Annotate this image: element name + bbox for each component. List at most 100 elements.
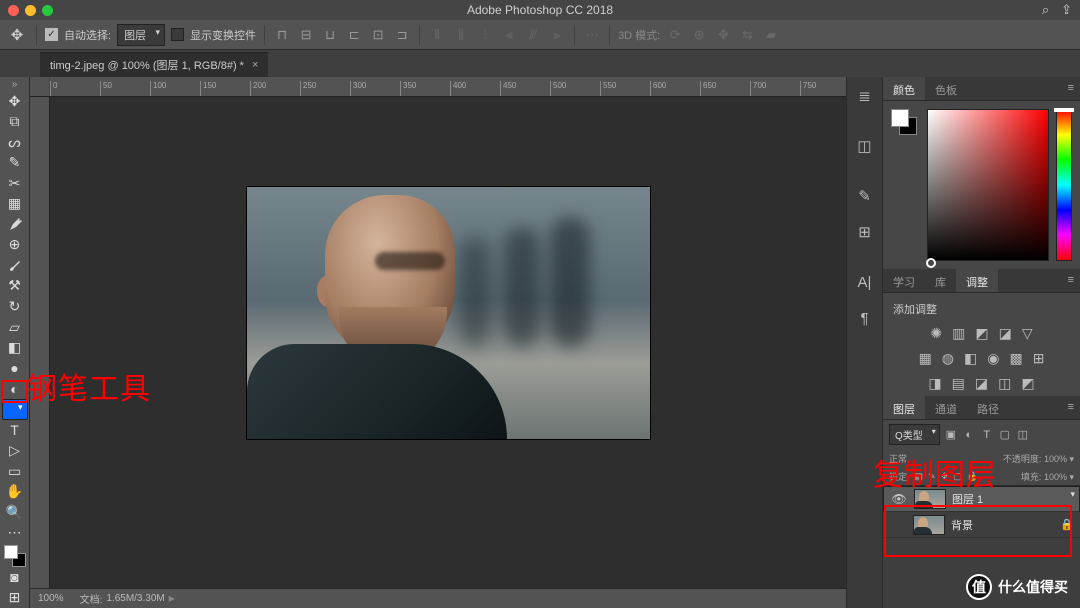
align-bottom-icon[interactable]: ⊔ <box>321 26 339 44</box>
move-tool[interactable]: ✥ <box>2 91 28 112</box>
distribute-left-icon[interactable]: ⫷ <box>500 26 518 44</box>
character-dock-icon[interactable]: A| <box>853 271 877 293</box>
lock-position-icon[interactable]: ✥ <box>941 471 949 482</box>
show-transform-checkbox[interactable] <box>171 28 184 41</box>
tab-adjustments[interactable]: 调整 <box>956 269 998 292</box>
photofilter-icon[interactable]: ◉ <box>987 350 999 367</box>
align-right-icon[interactable]: ⊐ <box>393 26 411 44</box>
opacity-value[interactable]: 100% <box>1044 454 1067 464</box>
distribute-bottom-icon[interactable]: ⫶ <box>476 26 494 44</box>
auto-select-checkbox[interactable]: ✓ <box>45 28 58 41</box>
zoom-3d-icon[interactable]: ▰ <box>762 26 780 44</box>
bw-icon[interactable]: ◧ <box>964 350 977 367</box>
filter-adjustlayer-icon[interactable]: ◐ <box>962 429 976 441</box>
blend-mode-select[interactable]: 正常 <box>889 452 937 465</box>
gradient-tool[interactable]: ◧ <box>2 337 28 358</box>
quick-select-tool[interactable]: ✎ <box>2 152 28 173</box>
orbit-3d-icon[interactable]: ⟳ <box>666 26 684 44</box>
align-top-icon[interactable]: ⊓ <box>273 26 291 44</box>
paragraph-dock-icon[interactable]: ¶ <box>853 307 877 329</box>
colorlookup-icon[interactable]: ⊞ <box>1033 350 1045 367</box>
type-tool[interactable]: T <box>2 420 28 441</box>
hue-icon[interactable]: ▦ <box>919 350 932 367</box>
filter-typelayer-icon[interactable]: T <box>980 429 994 441</box>
brush-settings-dock-icon[interactable]: ⊞ <box>853 221 877 243</box>
brightness-icon[interactable]: ✺ <box>930 325 942 342</box>
tab-swatches[interactable]: 色板 <box>925 77 967 100</box>
curves-icon[interactable]: ◩ <box>975 325 988 342</box>
slide-3d-icon[interactable]: ⇆ <box>738 26 756 44</box>
tab-color[interactable]: 颜色 <box>883 77 925 100</box>
eyedropper-tool[interactable] <box>2 214 28 235</box>
align-hcenter-icon[interactable]: ⊡ <box>369 26 387 44</box>
zoom-tool[interactable]: 🔍 <box>2 502 28 523</box>
maximize-window-icon[interactable] <box>42 5 53 16</box>
expand-tools-icon[interactable]: » <box>12 79 18 91</box>
colorbalance-icon[interactable]: ◍ <box>942 350 954 367</box>
distribute-top-icon[interactable]: ⫴ <box>428 26 446 44</box>
lasso-tool[interactable]: ᔕ <box>2 132 28 153</box>
path-select-tool[interactable]: ▷ <box>2 441 28 462</box>
distribute-vcenter-icon[interactable]: ⫼ <box>452 26 470 44</box>
close-tab-icon[interactable]: × <box>252 59 258 71</box>
minimize-window-icon[interactable] <box>25 5 36 16</box>
posterize-icon[interactable]: ▤ <box>952 375 965 392</box>
clone-stamp-tool[interactable]: ⚒ <box>2 276 28 297</box>
threshold-icon[interactable]: ◪ <box>975 375 988 392</box>
shape-tool[interactable]: ▭ <box>2 461 28 482</box>
filter-pixellayer-icon[interactable]: ▣ <box>944 428 958 441</box>
eraser-tool[interactable]: ▱ <box>2 317 28 338</box>
close-window-icon[interactable] <box>8 5 19 16</box>
color-field[interactable] <box>927 109 1049 261</box>
lock-image-icon[interactable]: ✎ <box>928 471 936 482</box>
brushes-dock-icon[interactable]: ✎ <box>853 185 877 207</box>
vibrance-icon[interactable]: ▽ <box>1022 325 1033 342</box>
filter-shapelayer-icon[interactable]: ▢ <box>998 428 1012 441</box>
blur-tool[interactable]: ● <box>2 358 28 379</box>
fg-bg-large[interactable] <box>891 109 917 135</box>
channelmixer-icon[interactable]: ▩ <box>1009 350 1022 367</box>
canvas[interactable] <box>50 97 846 588</box>
visibility-icon[interactable]: 👁 <box>890 492 908 506</box>
hand-tool[interactable]: ✋ <box>2 482 28 503</box>
layer-row[interactable]: 背景🔒 <box>883 512 1080 538</box>
invert-icon[interactable]: ◨ <box>928 375 941 392</box>
layer-type-select[interactable]: 图层 <box>117 24 165 46</box>
tab-layers[interactable]: 图层 <box>883 396 925 419</box>
healing-brush-tool[interactable]: ⊕ <box>2 235 28 256</box>
fg-bg-swatch[interactable] <box>4 545 26 567</box>
quick-mask-icon[interactable]: ◙ <box>2 567 28 588</box>
align-left-icon[interactable]: ⊏ <box>345 26 363 44</box>
fill-value[interactable]: 100% <box>1044 472 1067 482</box>
screen-mode-icon[interactable]: ⊞ <box>2 587 28 608</box>
marquee-tool[interactable]: ⧉ <box>2 111 28 132</box>
home-icon[interactable]: ✥ <box>6 24 28 46</box>
pan-3d-icon[interactable]: ✥ <box>714 26 732 44</box>
history-dock-icon[interactable]: ≣ <box>853 85 877 107</box>
tab-channels[interactable]: 通道 <box>925 396 967 419</box>
color-panel-menu-icon[interactable]: ≡ <box>1062 77 1080 100</box>
roll-3d-icon[interactable]: ⊕ <box>690 26 708 44</box>
brush-tool[interactable] <box>2 255 28 276</box>
tab-library[interactable]: 库 <box>925 269 956 292</box>
selective-icon[interactable]: ◩ <box>1021 375 1034 392</box>
pen-tool[interactable] <box>2 399 28 420</box>
hue-slider[interactable] <box>1056 109 1072 261</box>
properties-dock-icon[interactable]: ◫ <box>853 135 877 157</box>
overflow-icon[interactable]: ⋯ <box>583 26 601 44</box>
crop-tool[interactable]: ✂ <box>2 173 28 194</box>
history-brush-tool[interactable]: ↻ <box>2 296 28 317</box>
distribute-hcenter-icon[interactable]: ⫻ <box>524 26 542 44</box>
zoom-level[interactable]: 100% <box>38 593 64 604</box>
distribute-right-icon[interactable]: ⫸ <box>548 26 566 44</box>
edit-toolbar-icon[interactable]: ⋯ <box>2 523 28 544</box>
share-icon[interactable]: ⇪ <box>1061 2 1072 18</box>
layer-row[interactable]: 👁图层 1 <box>883 486 1080 512</box>
lock-artboard-icon[interactable]: ▢ <box>953 471 962 482</box>
gradientmap-icon[interactable]: ◫ <box>998 375 1011 392</box>
search-icon[interactable]: ⌕ <box>1042 2 1049 18</box>
status-menu-icon[interactable]: ▶ <box>169 594 175 603</box>
frame-tool[interactable]: ▦ <box>2 193 28 214</box>
filter-smartobj-icon[interactable]: ◫ <box>1016 428 1030 441</box>
tab-learn[interactable]: 学习 <box>883 269 925 292</box>
